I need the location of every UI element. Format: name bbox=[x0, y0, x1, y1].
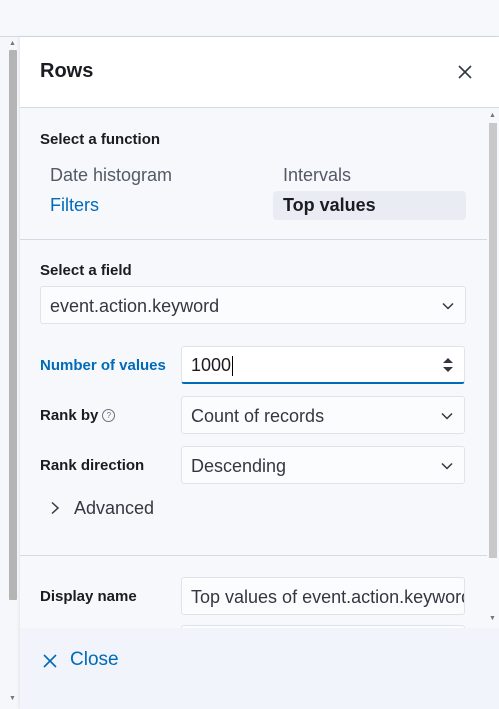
page-scrollbar[interactable] bbox=[9, 50, 17, 600]
chevron-down-icon bbox=[441, 462, 453, 470]
function-option-top-values[interactable]: Top values bbox=[273, 191, 466, 220]
display-name-value: Top values of event.action.keyword bbox=[191, 587, 465, 607]
chevron-down-icon bbox=[441, 412, 453, 420]
advanced-label: Advanced bbox=[74, 498, 155, 518]
rank-direction-label: Rank direction bbox=[40, 457, 145, 474]
flyout-footer: Close bbox=[20, 628, 499, 709]
rank-by-select[interactable]: Count of records bbox=[181, 396, 465, 434]
function-option-filters[interactable]: Filters bbox=[50, 195, 99, 216]
close-button-label: Close bbox=[70, 649, 119, 670]
page-scroll-down-icon[interactable]: ▼ bbox=[9, 695, 16, 702]
function-option-intervals[interactable]: Intervals bbox=[283, 165, 351, 186]
help-icon[interactable]: ? bbox=[102, 409, 116, 422]
section-divider bbox=[20, 239, 487, 240]
section-divider bbox=[20, 555, 487, 556]
rank-by-value: Count of records bbox=[191, 406, 325, 426]
rank-direction-value: Descending bbox=[191, 456, 287, 476]
select-field-label: Select a field bbox=[40, 262, 132, 279]
display-name-label: Display name bbox=[40, 588, 137, 605]
flyout-header: Rows bbox=[20, 37, 499, 108]
rank-direction-select[interactable]: Descending bbox=[181, 446, 465, 484]
number-of-values-value: 1000 bbox=[191, 355, 232, 375]
display-name-input[interactable]: Top values of event.action.keyword bbox=[181, 577, 465, 615]
advanced-toggle[interactable]: Advanced bbox=[50, 498, 154, 519]
flyout-title: Rows bbox=[40, 60, 94, 82]
flyout-scrollbar[interactable] bbox=[489, 123, 497, 558]
rank-by-label: Rank by? bbox=[40, 407, 116, 424]
chevron-down-icon bbox=[442, 302, 454, 310]
rank-by-label-text: Rank by bbox=[40, 407, 99, 424]
top-bar bbox=[0, 0, 499, 37]
text-cursor bbox=[232, 356, 234, 377]
select-function-label: Select a function bbox=[40, 131, 161, 148]
number-stepper-icon[interactable] bbox=[442, 356, 454, 374]
field-select[interactable]: event.action.keyword bbox=[40, 286, 466, 324]
rows-flyout: Rows Select a function Date histogram In… bbox=[20, 37, 499, 709]
number-of-values-label: Number of values bbox=[40, 357, 166, 374]
scroll-down-icon[interactable]: ▼ bbox=[489, 615, 496, 622]
close-icon bbox=[43, 654, 57, 668]
number-of-values-input[interactable]: 1000 bbox=[181, 346, 465, 384]
close-icon[interactable] bbox=[454, 61, 476, 83]
flyout-body: Select a function Date histogram Interva… bbox=[20, 108, 487, 628]
page-scroll-up-icon[interactable]: ▲ bbox=[9, 40, 16, 47]
function-option-date-histogram[interactable]: Date histogram bbox=[50, 165, 172, 186]
chevron-right-icon bbox=[51, 501, 60, 515]
field-select-value: event.action.keyword bbox=[50, 296, 220, 316]
scroll-up-icon[interactable]: ▲ bbox=[489, 112, 496, 119]
